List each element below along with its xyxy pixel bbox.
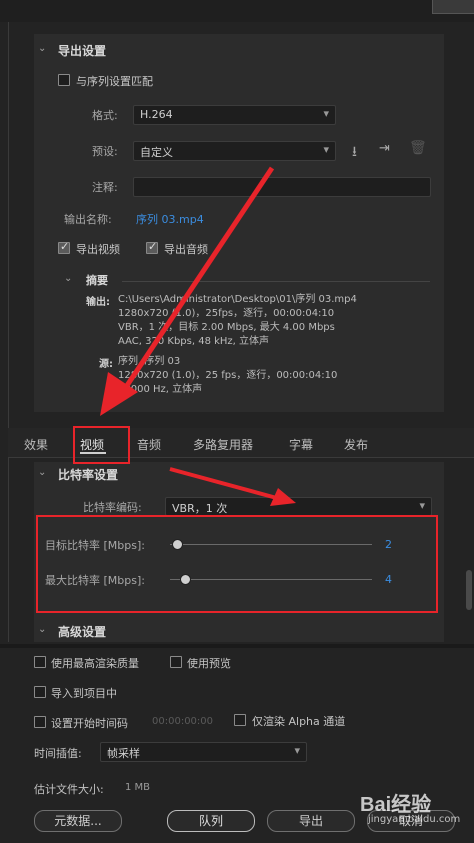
advanced-settings-title: 高级设置	[58, 625, 107, 639]
preset-label: 预设:	[92, 145, 118, 158]
time-interpolation-dropdown[interactable]: 帧采样	[100, 742, 307, 762]
watermark-brand: Bai经验	[360, 794, 432, 816]
top-right-button[interactable]	[432, 0, 474, 14]
format-dropdown[interactable]: H.264	[133, 105, 336, 125]
tab-multiplexer[interactable]: 多路复用器	[193, 436, 253, 453]
target-bitrate-label: 目标比特率 [Mbps]:	[45, 539, 145, 552]
export-audio-checkbox[interactable]	[146, 240, 158, 254]
format-label: 格式:	[92, 109, 118, 122]
summary-output-line: C:\Users\Administrator\Desktop\01\序列 03.…	[118, 294, 357, 305]
bitrate-encoding-label: 比特率编码:	[83, 501, 142, 514]
summary-output-lines: C:\Users\Administrator\Desktop\01\序列 03.…	[118, 293, 438, 349]
max-bitrate-slider[interactable]	[180, 574, 191, 585]
bitrate-chevron-icon[interactable]: ⌄	[38, 467, 46, 478]
comment-input[interactable]	[133, 177, 431, 197]
metadata-button[interactable]: 元数据...	[34, 810, 122, 832]
summary-source-line: 1280x720 (1.0)，25 fps，逐行，00:00:04:10	[118, 370, 338, 381]
summary-source-line: 48000 Hz, 立体声	[118, 384, 203, 395]
delete-preset-icon[interactable]: 🗑	[409, 140, 427, 156]
use-preview-label: 使用预览	[187, 657, 231, 670]
output-name-label: 输出名称:	[64, 213, 112, 226]
format-value: H.264	[140, 108, 173, 121]
summary-chevron-icon[interactable]: ⌄	[64, 273, 72, 284]
bitrate-encoding-value: VBR，1 次	[172, 502, 228, 515]
comment-label: 注释:	[92, 181, 118, 194]
max-bitrate-value[interactable]: 4	[385, 573, 392, 586]
summary-output-line: AAC, 320 Kbps, 48 kHz, 立体声	[118, 336, 270, 347]
match-sequence-checkbox[interactable]	[58, 74, 70, 86]
export-audio-label: 导出音频	[164, 243, 208, 256]
tab-captions[interactable]: 字幕	[289, 436, 313, 453]
tab-video-underline	[80, 452, 106, 454]
use-preview-checkbox[interactable]	[170, 656, 182, 668]
tab-publish[interactable]: 发布	[344, 436, 368, 453]
advanced-chevron-icon[interactable]: ⌄	[38, 624, 46, 635]
tab-audio[interactable]: 音频	[137, 436, 161, 453]
target-bitrate-value[interactable]: 2	[385, 538, 392, 551]
target-bitrate-slider[interactable]	[172, 539, 183, 550]
start-timecode-checkbox[interactable]	[34, 716, 46, 728]
export-video-label: 导出视频	[76, 243, 120, 256]
export-settings-title: 导出设置	[58, 44, 107, 58]
summary-source-lines: 序列, 序列 03 1280x720 (1.0)，25 fps，逐行，00:00…	[118, 355, 438, 397]
match-sequence-label: 与序列设置匹配	[76, 75, 153, 88]
bitrate-encoding-dropdown[interactable]: VBR，1 次	[165, 497, 432, 516]
bottom-divider	[0, 644, 474, 648]
summary-source-line: 序列, 序列 03	[118, 356, 181, 367]
start-timecode-value: 00:00:00:00	[152, 716, 214, 727]
time-interpolation-value: 帧采样	[107, 747, 140, 760]
render-alpha-label: 仅渲染 Alpha 通道	[252, 715, 346, 728]
window-top-strip	[0, 0, 474, 22]
export-video-checkbox[interactable]	[58, 240, 70, 254]
output-name-link[interactable]: 序列 03.mp4	[136, 211, 204, 227]
collapse-chevron-icon[interactable]: ⌄	[38, 43, 46, 54]
summary-divider	[122, 281, 430, 282]
summary-source-label: 源:	[99, 359, 113, 370]
summary-output-label: 输出:	[86, 297, 110, 308]
summary-output-line: 1280x720 (1.0)，25fps，逐行，00:00:04:10	[118, 308, 335, 319]
scrollbar-thumb[interactable]	[466, 570, 472, 610]
time-interpolation-label: 时间插值:	[34, 747, 82, 760]
bitrate-settings-title: 比特率设置	[58, 468, 119, 482]
start-timecode-label: 设置开始时间码	[51, 717, 128, 730]
import-project-checkbox[interactable]	[34, 686, 46, 698]
left-edge-divider	[8, 22, 9, 642]
watermark-logo: Bai经验 jingyan.baidu.com	[358, 788, 474, 838]
watermark-url: jingyan.baidu.com	[368, 814, 461, 825]
summary-title: 摘要	[86, 274, 108, 287]
tab-video[interactable]: 视频	[80, 436, 104, 453]
save-preset-icon[interactable]: ⭳	[352, 141, 357, 165]
max-bitrate-track	[170, 579, 372, 580]
preset-value: 自定义	[140, 146, 173, 159]
max-bitrate-label: 最大比特率 [Mbps]:	[45, 574, 145, 587]
import-project-label: 导入到项目中	[51, 687, 117, 700]
est-size-value: 1 MB	[125, 782, 151, 793]
summary-output-line: VBR，1 次，目标 2.00 Mbps, 最大 4.00 Mbps	[118, 322, 335, 333]
render-alpha-checkbox[interactable]	[234, 714, 246, 726]
export-button[interactable]: 导出	[267, 810, 355, 832]
tab-effects[interactable]: 效果	[24, 436, 48, 453]
max-quality-checkbox[interactable]	[34, 656, 46, 668]
preset-dropdown[interactable]: 自定义	[133, 141, 336, 161]
target-bitrate-track	[170, 544, 372, 545]
est-size-label: 估计文件大小:	[34, 783, 104, 796]
import-preset-icon[interactable]: ⇥	[379, 141, 390, 156]
max-quality-label: 使用最高渲染质量	[51, 657, 139, 670]
queue-button[interactable]: 队列	[167, 810, 255, 832]
